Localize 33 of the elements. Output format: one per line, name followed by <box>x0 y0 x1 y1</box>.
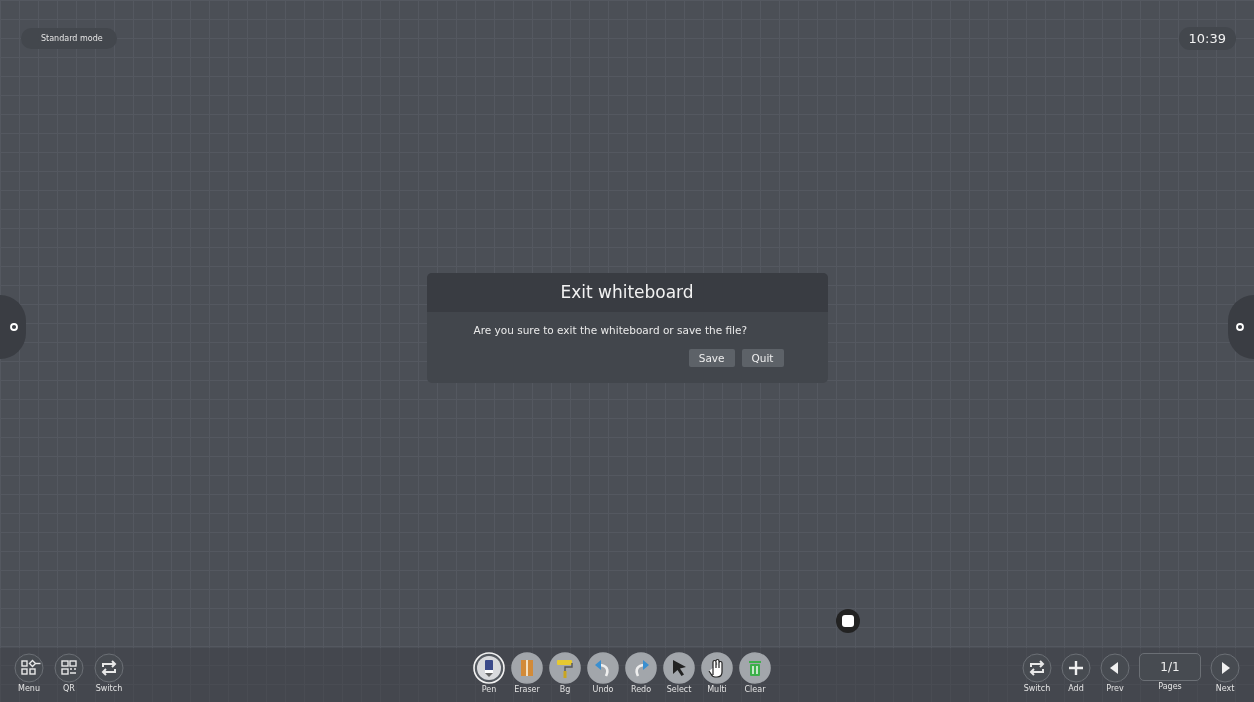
floating-button[interactable] <box>836 609 860 633</box>
mode-badge[interactable]: Standard mode <box>21 28 117 49</box>
qr-code-icon <box>54 653 84 683</box>
toolbar-button[interactable]: Add <box>1061 652 1091 694</box>
tool-button[interactable]: Select <box>663 652 695 695</box>
toolbar-button[interactable]: Next <box>1210 652 1240 694</box>
page-counter: 1/1 <box>1139 653 1201 681</box>
side-handle[interactable] <box>1228 295 1254 359</box>
plus-icon <box>1061 653 1091 683</box>
swap-arrows-icon <box>94 653 124 683</box>
tool-button[interactable]: Pen <box>473 652 505 695</box>
toolbar-button[interactable]: Switch <box>94 652 124 694</box>
dialog-message: Are you sure to exit the whiteboard or save the file? <box>473 324 749 336</box>
tool-button[interactable]: Bg <box>549 652 581 695</box>
toolbar-button[interactable]: Menu <box>14 652 44 694</box>
triangle-right-icon <box>1210 653 1240 683</box>
tool-button[interactable]: Clear <box>739 652 771 695</box>
toolbar-button[interactable]: Switch <box>1022 652 1052 694</box>
triangle-left-icon <box>1100 653 1130 683</box>
pages-label: Pages <box>1158 682 1182 692</box>
tool-button[interactable]: Multi <box>701 652 733 695</box>
dialog-button[interactable]: Quit <box>741 349 784 367</box>
tool-button[interactable]: Undo <box>587 652 619 695</box>
tool-button[interactable]: Eraser <box>511 652 543 695</box>
dialog-title: Exit whiteboard <box>426 273 828 312</box>
grid-icon <box>14 653 44 683</box>
swap-arrows-icon <box>1022 653 1052 683</box>
toolbar-button[interactable]: Prev <box>1100 652 1130 694</box>
toolbar-button[interactable]: QR <box>54 652 84 694</box>
dialog-button[interactable]: Save <box>688 349 735 367</box>
side-handle[interactable] <box>0 295 26 359</box>
clock: 10:39 <box>1178 27 1236 50</box>
tool-button[interactable]: Redo <box>625 652 657 695</box>
